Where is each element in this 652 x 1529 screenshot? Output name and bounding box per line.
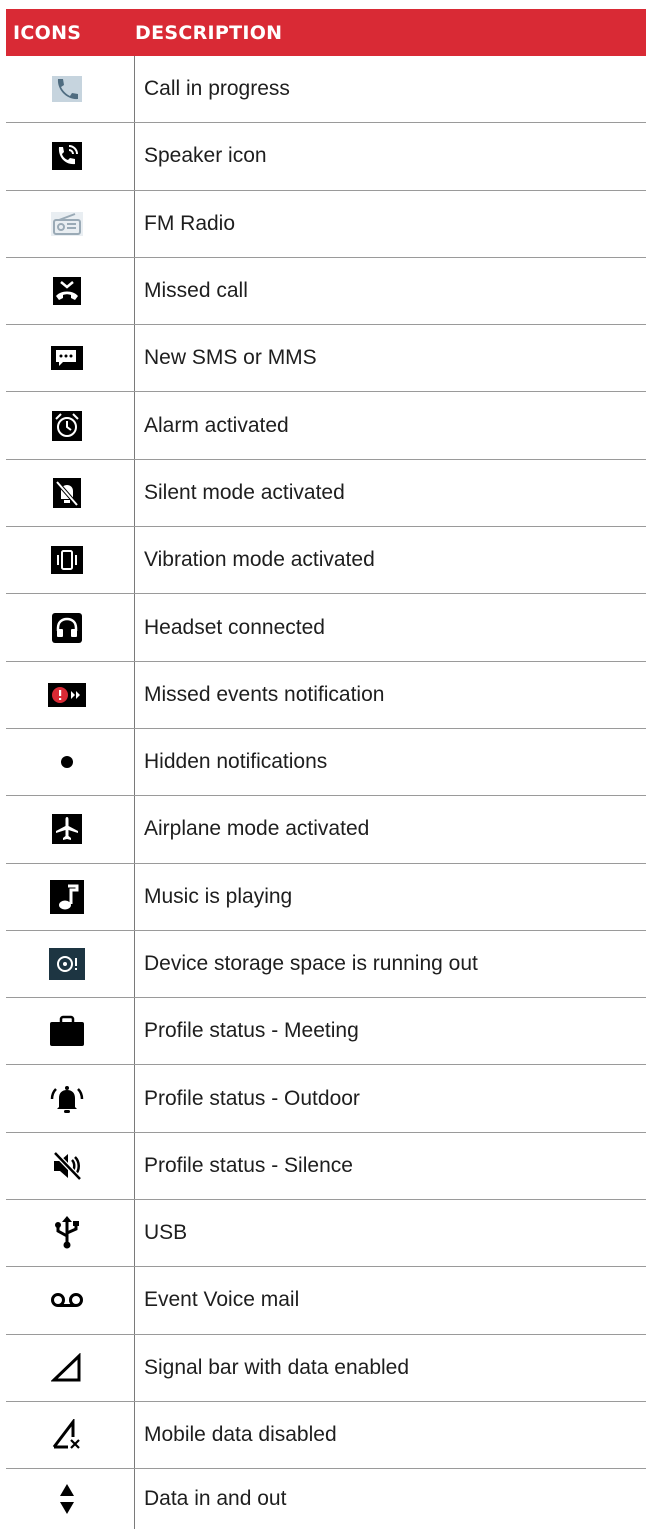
row-label: USB <box>144 1221 188 1245</box>
table-row: Data in and out <box>6 1469 646 1529</box>
row-label: New SMS or MMS <box>144 346 317 370</box>
headset-icon <box>52 612 82 643</box>
row-label: Profile status - Outdoor <box>144 1086 360 1110</box>
table-row: Speaker icon <box>6 123 646 191</box>
table-row: Airplane mode activated <box>6 796 646 864</box>
row-label: Missed events notification <box>144 682 385 706</box>
header-description: DESCRIPTION <box>135 21 283 44</box>
table-row: New SMS or MMS <box>6 325 646 393</box>
row-label: Missed call <box>144 279 248 303</box>
row-label: Event Voice mail <box>144 1288 300 1312</box>
row-label: Vibration mode activated <box>144 548 375 572</box>
table-row: Vibration mode activated <box>6 527 646 595</box>
row-label: Hidden notifications <box>144 750 328 774</box>
missed-call-icon <box>53 277 81 306</box>
signal-bar-icon <box>51 1352 83 1383</box>
table-row: Music is playing <box>6 863 646 931</box>
row-label: Airplane mode activated <box>144 817 370 841</box>
row-label: Profile status - Meeting <box>144 1019 359 1043</box>
row-label: Call in progress <box>144 77 290 101</box>
table-header: ICONS DESCRIPTION <box>6 9 646 56</box>
row-label: Signal bar with data enabled <box>144 1355 410 1379</box>
briefcase-icon <box>49 1015 85 1047</box>
row-label: Silent mode activated <box>144 480 345 504</box>
row-label: FM Radio <box>144 211 236 235</box>
row-label: Alarm activated <box>144 413 289 437</box>
table-row: Signal bar with data enabled <box>6 1334 646 1402</box>
music-playing-icon <box>50 879 84 914</box>
alarm-icon <box>52 410 82 441</box>
voicemail-icon <box>50 1290 84 1310</box>
new-sms-icon <box>51 346 83 371</box>
table-row: Missed events notification <box>6 661 646 729</box>
table-row: USB <box>6 1200 646 1268</box>
table-row: Alarm activated <box>6 392 646 460</box>
table-row: Missed call <box>6 257 646 326</box>
table-row: Headset connected <box>6 594 646 662</box>
bell-ringing-icon <box>50 1083 84 1115</box>
status-icons-table: ICONS DESCRIPTION Call in progress Speak… <box>6 9 646 1529</box>
missed-events-icon <box>48 682 86 707</box>
speaker-muted-icon <box>51 1150 83 1182</box>
storage-low-icon <box>49 948 85 980</box>
table-row: Profile status - Meeting <box>6 998 646 1066</box>
airplane-mode-icon <box>52 814 82 845</box>
row-label: Speaker icon <box>144 144 267 168</box>
table-row: Profile status - Outdoor <box>6 1065 646 1133</box>
hidden-notifications-icon <box>60 755 74 769</box>
table-row: Profile status - Silence <box>6 1132 646 1201</box>
fm-radio-icon <box>51 211 83 236</box>
mobile-data-disabled-icon <box>51 1419 83 1451</box>
table-row: FM Radio <box>6 190 646 258</box>
vibration-mode-icon <box>51 546 83 575</box>
speaker-icon <box>52 142 82 171</box>
table-row: Event Voice mail <box>6 1267 646 1335</box>
call-in-progress-icon <box>52 76 82 103</box>
row-label: Headset connected <box>144 615 325 639</box>
row-label: Data in and out <box>144 1487 287 1511</box>
table-row: Mobile data disabled <box>6 1401 646 1470</box>
table-row: Silent mode activated <box>6 459 646 528</box>
table-row: Call in progress <box>6 56 646 124</box>
data-in-out-icon <box>57 1482 77 1516</box>
row-label: Music is playing <box>144 884 293 908</box>
row-label: Profile status - Silence <box>144 1153 353 1177</box>
table-row: Device storage space is running out <box>6 930 646 999</box>
usb-icon <box>51 1216 83 1250</box>
row-label: Mobile data disabled <box>144 1423 337 1447</box>
table-row: Hidden notifications <box>6 728 646 797</box>
silent-mode-icon <box>53 477 81 508</box>
header-icons: ICONS <box>13 21 82 44</box>
row-label: Device storage space is running out <box>144 952 478 975</box>
